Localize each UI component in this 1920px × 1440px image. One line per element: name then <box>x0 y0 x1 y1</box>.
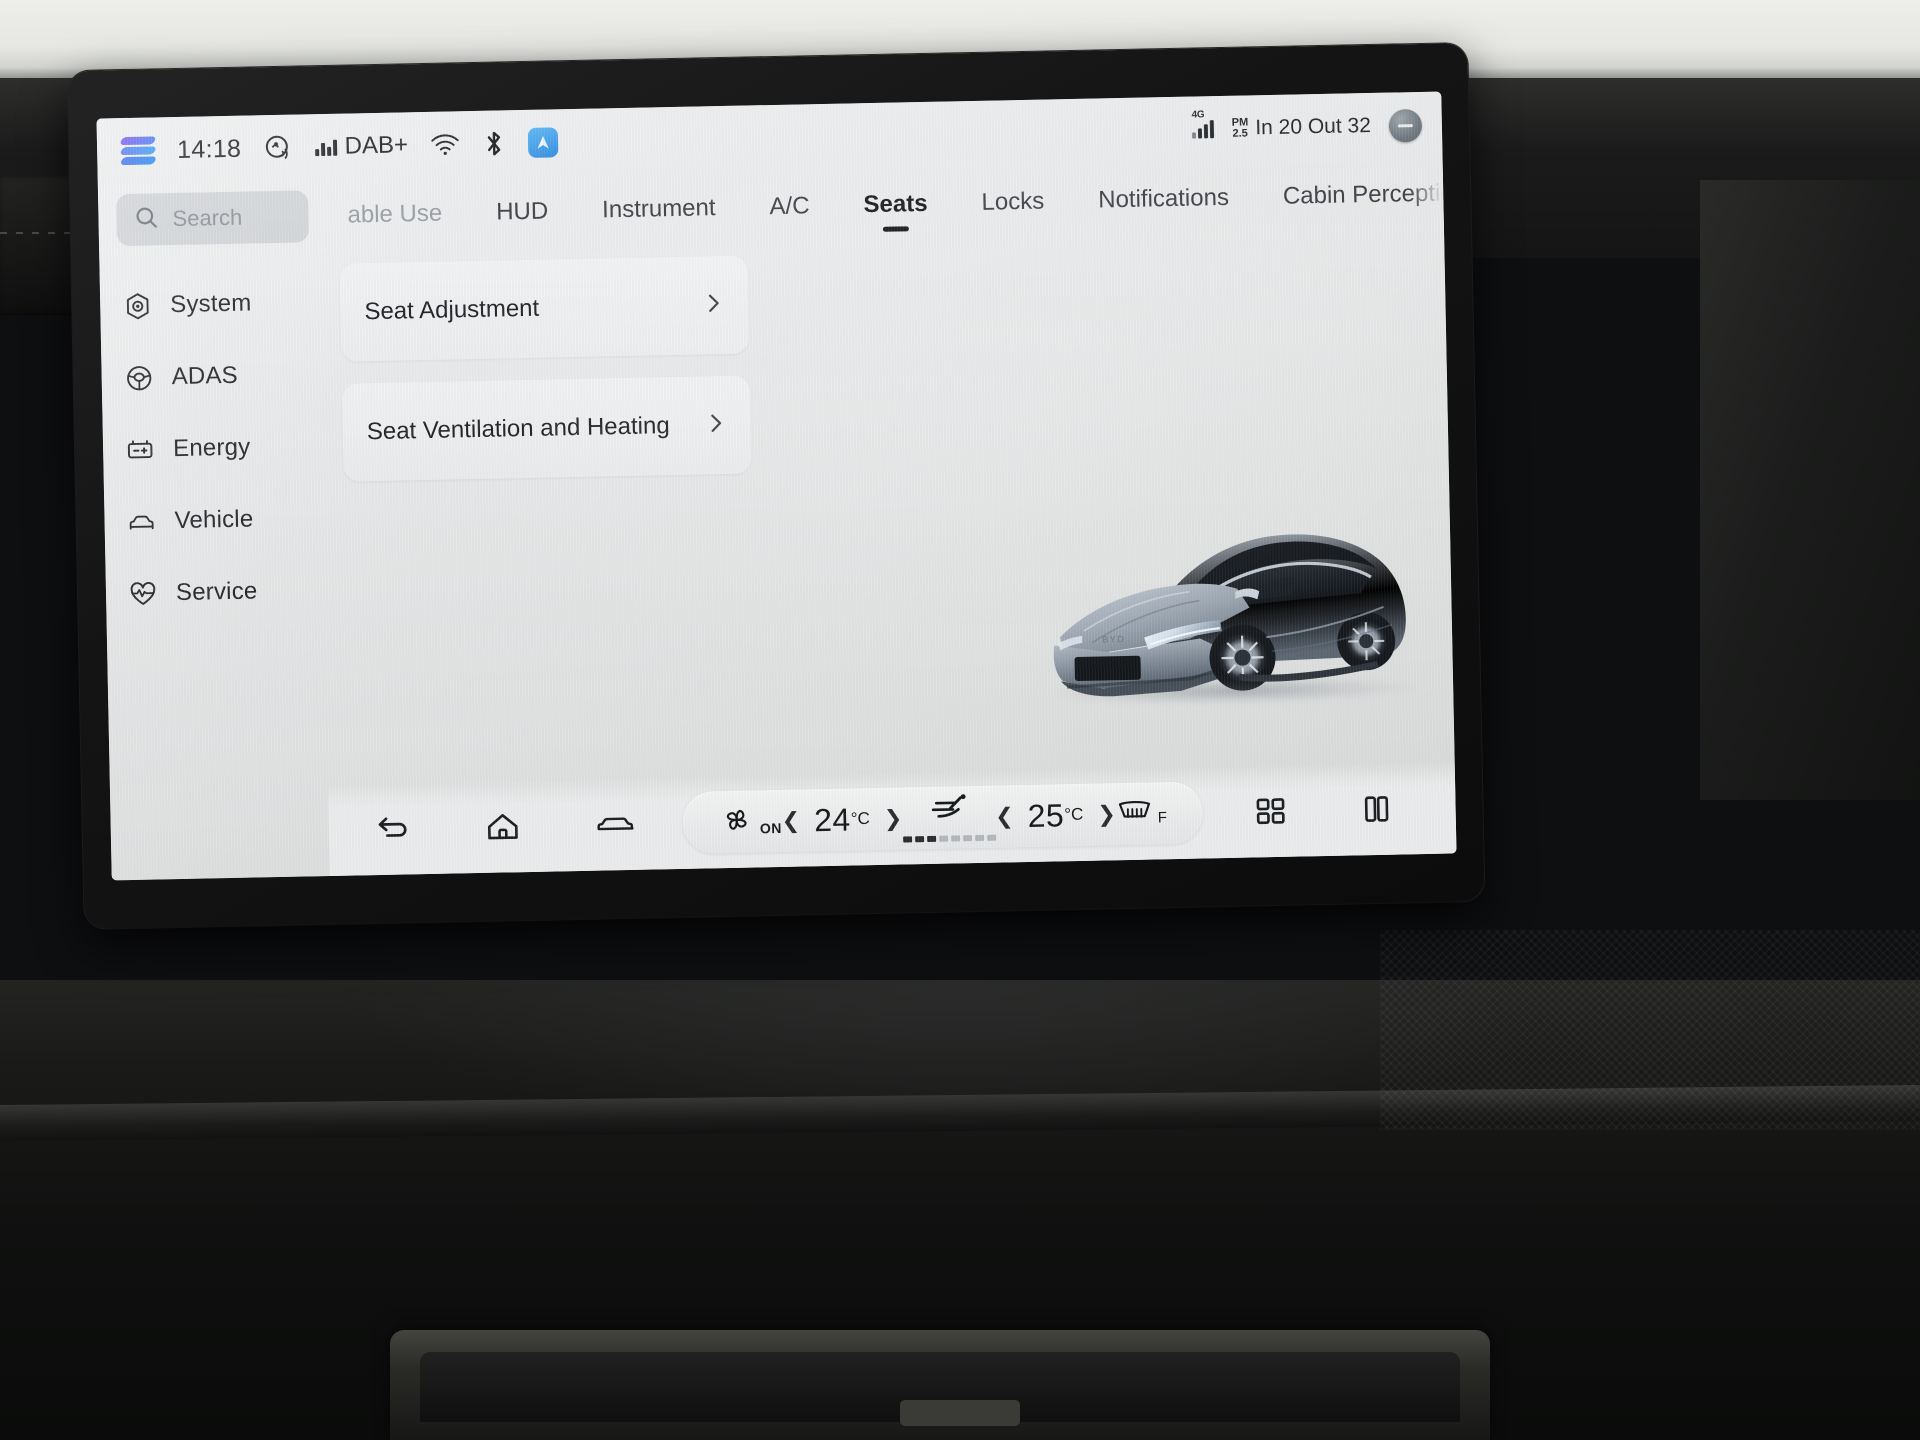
clock: 14:18 <box>176 134 242 164</box>
passenger-temperature-control: ❮ 25°C ❯ <box>995 796 1116 835</box>
chevron-left-icon[interactable]: ❮ <box>995 803 1014 829</box>
tab-label: Locks <box>981 187 1045 216</box>
battery-icon <box>125 434 156 465</box>
car-front-icon <box>126 506 157 537</box>
center-console-slot <box>900 1400 1020 1426</box>
split-screen-icon[interactable] <box>1361 793 1394 826</box>
sidebar-item-label: ADAS <box>171 361 239 391</box>
driver-temperature-unit: °C <box>850 808 870 828</box>
chevron-right-icon <box>702 409 729 441</box>
signal-bars-icon <box>315 138 337 157</box>
tab-label: Seats <box>863 189 928 219</box>
sound-wave-icon[interactable] <box>263 133 294 164</box>
front-defrost-control[interactable]: F <box>1115 796 1167 832</box>
dashboard-texture <box>1380 930 1920 1130</box>
infotainment-screen-bezel: 14:18 DAB+ 4G PM 2.5 In 20 Out 32 Search… <box>67 43 1485 929</box>
driver-temperature-value: 24°C <box>813 801 870 838</box>
seat-ventilation-control[interactable] <box>902 793 996 843</box>
infotainment-screen: 14:18 DAB+ 4G PM 2.5 In 20 Out 32 Search… <box>96 91 1457 881</box>
sidebar-item-system[interactable]: System <box>112 266 319 342</box>
sidebar-item-energy[interactable]: Energy <box>114 410 321 486</box>
chevron-left-icon[interactable]: ❮ <box>781 808 800 834</box>
tab-label: Instrument <box>601 194 716 224</box>
active-tab-indicator <box>882 226 910 232</box>
navigation-app-icon[interactable] <box>527 127 559 158</box>
main-panel: able Use HUD Instrument A/C Seats Locks … <box>315 157 1457 877</box>
card-title: Seat Ventilation and Heating <box>366 412 670 446</box>
tab-bar-fade-left <box>315 179 344 253</box>
seat-ventilation-level <box>902 834 996 843</box>
apps-grid-icon[interactable] <box>1255 795 1288 828</box>
sidebar-item-service[interactable]: Service <box>117 554 324 630</box>
card-title: Seat Adjustment <box>364 294 540 326</box>
system-gear-icon <box>122 290 153 321</box>
climate-control-bar: ON ❮ 24°C ❯ ❮ 25°C ❯ F <box>682 781 1204 854</box>
pm-label: PM 2.5 <box>1232 116 1249 140</box>
bluetooth-icon[interactable] <box>482 128 507 158</box>
sidebar-item-adas[interactable]: ADAS <box>113 338 320 414</box>
tab-seats[interactable]: Seats <box>836 167 955 241</box>
dashboard-right-panel <box>1700 180 1920 800</box>
passenger-temperature-value: 25°C <box>1027 796 1084 834</box>
back-arrow-icon[interactable] <box>372 812 411 845</box>
tab-locks[interactable]: Locks <box>954 165 1072 239</box>
chevron-right-icon <box>700 289 727 321</box>
sidebar-item-label: System <box>169 289 252 319</box>
air-quality-values: In 20 Out 32 <box>1255 113 1372 140</box>
content-area: Seat Adjustment Seat Ventilation and Hea… <box>317 230 1457 877</box>
radio-band-indicator[interactable]: DAB+ <box>315 131 408 161</box>
app-body: Search System ADAS Energy Vehicle Servic… <box>96 157 1457 881</box>
tab-label: HUD <box>495 197 549 226</box>
home-icon[interactable] <box>484 809 521 844</box>
cellular-signal-icon: 4G <box>1191 109 1215 139</box>
search-placeholder: Search <box>172 204 243 232</box>
chevron-right-icon[interactable]: ❯ <box>884 806 903 832</box>
tab-label: Notifications <box>1097 183 1230 214</box>
vehicle-badge: BYD <box>1102 634 1126 644</box>
card-seat-ventilation-heating[interactable]: Seat Ventilation and Heating <box>341 375 752 482</box>
pm-label-bottom: 2.5 <box>1232 127 1248 140</box>
radio-band-label: DAB+ <box>344 131 409 160</box>
tab-label: able Use <box>347 199 443 229</box>
fan-state-label: ON <box>759 819 783 836</box>
tab-label: A/C <box>769 192 810 221</box>
driver-temperature-control: ❮ 24°C ❯ <box>781 800 902 839</box>
fan-control[interactable]: ON <box>718 802 782 840</box>
air-quality-indicator[interactable]: PM 2.5 In 20 Out 32 <box>1232 114 1372 141</box>
front-defrost-icon <box>1115 796 1154 832</box>
heartbeat-icon <box>128 578 159 609</box>
sidebar-item-label: Vehicle <box>174 505 254 535</box>
byd-suv-render: BYD <box>1037 484 1431 712</box>
brand-logo-icon <box>119 135 157 166</box>
defrost-label: F <box>1157 808 1168 826</box>
sidebar-item-vehicle[interactable]: Vehicle <box>116 482 323 558</box>
sidebar-item-label: Service <box>175 577 258 607</box>
passenger-temperature-unit: °C <box>1064 804 1084 824</box>
search-icon <box>133 204 160 236</box>
active-item-accent-bar <box>96 562 102 635</box>
steering-wheel-icon <box>123 362 154 393</box>
tab-notifications[interactable]: Notifications <box>1071 161 1257 237</box>
chevron-right-icon[interactable]: ❯ <box>1097 801 1116 827</box>
card-seat-adjustment[interactable]: Seat Adjustment <box>339 255 750 362</box>
tab-ac[interactable]: A/C <box>742 170 837 244</box>
tab-instrument[interactable]: Instrument <box>574 172 743 247</box>
vehicle-settings-app: 14:18 DAB+ 4G PM 2.5 In 20 Out 32 Search… <box>96 91 1457 881</box>
sidebar: Search System ADAS Energy Vehicle Servic… <box>96 180 330 880</box>
network-type-label: 4G <box>1191 109 1205 121</box>
wifi-icon[interactable] <box>430 132 460 157</box>
search-input[interactable]: Search <box>116 190 310 247</box>
seat-ventilation-icon <box>926 793 971 833</box>
tab-bar-fade-right <box>1408 157 1444 231</box>
fan-icon <box>718 803 755 841</box>
car-front-icon[interactable] <box>594 809 637 840</box>
sidebar-item-label: Energy <box>172 433 251 463</box>
minimize-icon[interactable] <box>1388 108 1423 143</box>
tab-hud[interactable]: HUD <box>468 175 575 249</box>
